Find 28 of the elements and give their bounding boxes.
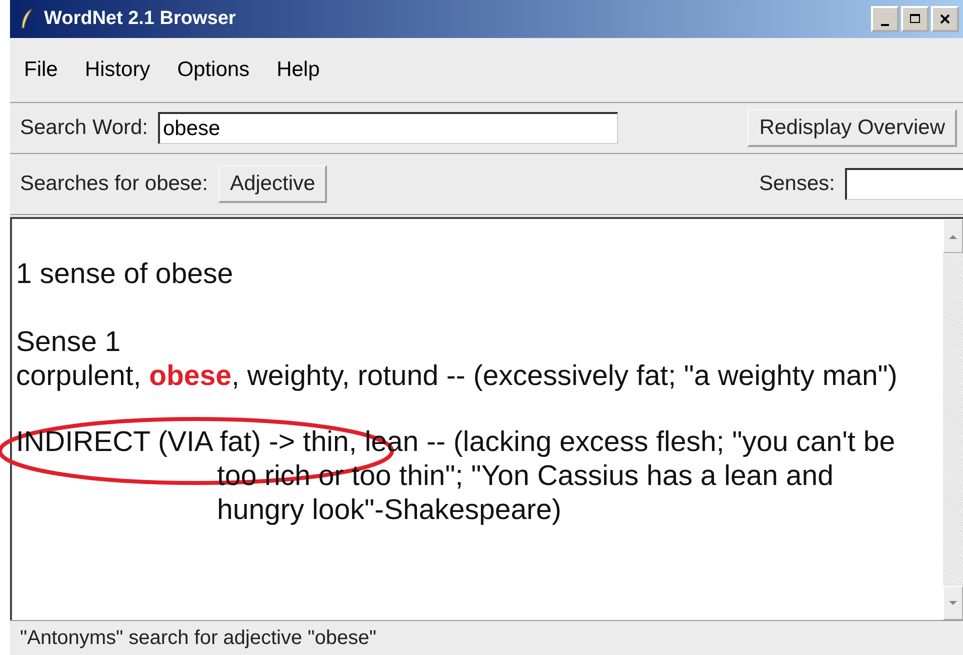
results-heading: 1 sense of obese <box>16 257 234 291</box>
menu-item[interactable]: Help <box>276 58 320 82</box>
senses-field[interactable] <box>845 168 963 200</box>
up-arrow-icon <box>949 234 957 238</box>
senses-label: Senses: <box>759 172 835 196</box>
maximize-icon <box>909 13 921 25</box>
minimize-button[interactable] <box>871 6 899 32</box>
searches-label: Searches for obese: <box>20 172 208 196</box>
sense-label: Sense 1 <box>16 325 122 359</box>
scroll-down-button[interactable] <box>943 586 963 620</box>
window-title: WordNet 2.1 Browser <box>44 8 236 30</box>
sense-text: corpulent, obese, weighty, rotund -- (excessively fat; "a weighty man") <box>16 359 898 393</box>
down-arrow-icon <box>949 600 957 606</box>
close-button[interactable] <box>931 6 959 32</box>
menu-item[interactable]: Options <box>177 58 250 82</box>
search-label: Search Word: <box>20 116 148 140</box>
part-of-speech-button[interactable]: Adjective <box>218 165 328 203</box>
minimize-icon <box>881 24 889 26</box>
scrollbar[interactable] <box>943 219 963 620</box>
scroll-up-button[interactable] <box>943 219 963 253</box>
maximize-button[interactable] <box>901 6 929 32</box>
close-icon <box>939 13 951 25</box>
search-field[interactable]: obese <box>158 112 618 144</box>
redisplay-button[interactable]: Redisplay Overview <box>747 109 957 147</box>
menu-item[interactable]: File <box>24 58 58 82</box>
feather-icon <box>20 8 34 30</box>
menu-item[interactable]: History <box>84 58 150 82</box>
status-bar: "Antonyms" search for adjective "obese" <box>10 620 963 655</box>
